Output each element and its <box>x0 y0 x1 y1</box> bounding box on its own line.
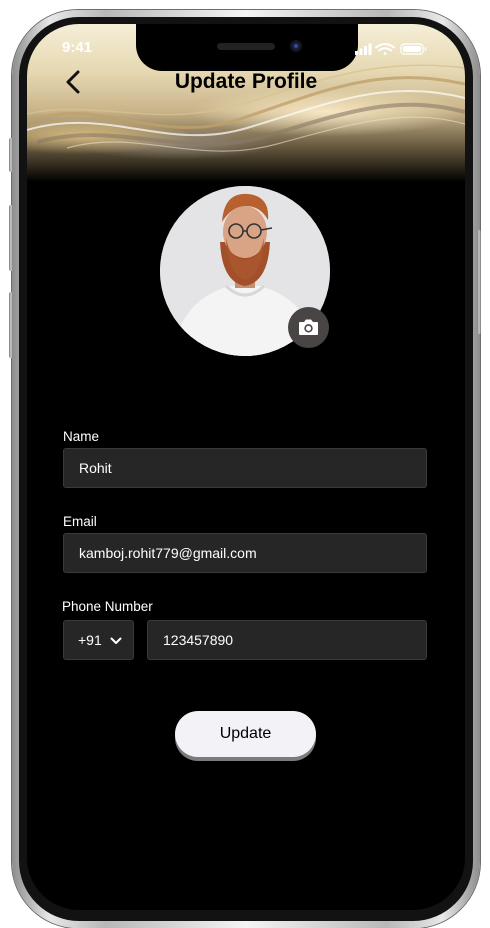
status-time: 9:41 <box>62 39 93 56</box>
silent-switch <box>9 138 13 172</box>
page-title: Update Profile <box>174 70 318 93</box>
camera-icon <box>299 319 318 335</box>
email-label: Email <box>63 514 97 529</box>
name-field[interactable]: Rohit <box>63 448 427 488</box>
status-icons <box>355 42 435 56</box>
status-bar: 9:41 <box>27 24 465 74</box>
phone-label: Phone Number <box>62 599 153 614</box>
front-camera <box>290 40 302 52</box>
notch <box>136 24 358 71</box>
volume-down-button <box>9 292 13 358</box>
battery-icon <box>400 43 427 55</box>
app-screen: 9:41 Update Profile Name Rohit Email kam… <box>27 24 465 910</box>
country-code-value: +91 <box>78 632 102 648</box>
cellular-signal-icon <box>355 43 372 55</box>
earpiece-speaker <box>217 43 275 50</box>
change-photo-button[interactable] <box>288 307 329 348</box>
power-button <box>477 230 481 334</box>
chevron-down-icon <box>110 637 122 644</box>
name-label: Name <box>63 429 100 444</box>
phone-number-field[interactable]: 123457890 <box>147 620 427 660</box>
email-field[interactable]: kamboj.rohit779@gmail.com <box>63 533 427 573</box>
volume-up-button <box>9 205 13 271</box>
profile-photo-section <box>160 186 330 356</box>
country-code-select[interactable]: +91 <box>63 620 134 660</box>
update-button[interactable]: Update <box>175 711 316 757</box>
wifi-icon <box>375 43 395 55</box>
